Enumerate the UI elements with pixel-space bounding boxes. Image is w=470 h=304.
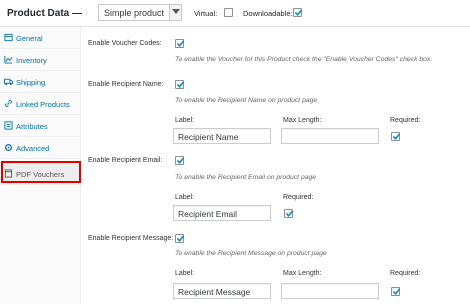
product-data-header: Product Data — Simple product Virtual: D…	[0, 0, 470, 27]
recipient-message-checkbox[interactable]	[175, 234, 185, 243]
recipient-name-maxlength-input[interactable]	[281, 128, 379, 144]
recipient-name-label-input[interactable]: Recipient Name	[173, 128, 271, 144]
recipient-email-checkbox[interactable]	[175, 156, 185, 165]
recipient-message-required-checkbox[interactable]	[391, 287, 401, 296]
recipient-name-required-caption: Required:	[390, 117, 421, 124]
product-type-select[interactable]: Simple product	[98, 4, 182, 21]
chart-icon	[4, 55, 13, 64]
tab-linked-products[interactable]: Linked Products	[0, 93, 81, 115]
recipient-name-description: To enable the Recipient Name on product …	[175, 97, 318, 104]
tab-label: Attributes	[16, 122, 48, 131]
recipient-message-description: To enable the Recipient Message on produ…	[175, 250, 327, 257]
recipient-name-label: Enable Recipient Name:	[88, 81, 164, 88]
recipient-message-maxlength-caption: Max Length:	[283, 270, 322, 277]
wrench-icon	[4, 33, 13, 42]
voucher-codes-checkbox[interactable]	[175, 39, 185, 48]
recipient-name-label-value: Recipient Name	[178, 132, 239, 142]
recipient-message-label-value: Recipient Message	[178, 287, 251, 297]
tab-advanced[interactable]: Advanced	[0, 137, 81, 159]
product-type-value: Simple product	[104, 8, 165, 18]
virtual-label: Virtual:	[194, 9, 218, 18]
recipient-name-required-checkbox[interactable]	[391, 132, 401, 141]
recipient-email-description: To enable the Recipient Email on product…	[175, 174, 317, 181]
gear-icon	[4, 143, 13, 152]
pdf-vouchers-highlight	[1, 161, 81, 183]
tab-label: Shipping	[16, 78, 46, 87]
recipient-name-label-caption: Label:	[175, 117, 195, 124]
recipient-name-checkbox[interactable]	[175, 80, 185, 89]
truck-icon	[4, 77, 13, 86]
tab-label: Linked Products	[16, 100, 70, 109]
recipient-email-label-caption: Label:	[175, 194, 195, 201]
list-icon	[4, 121, 13, 130]
recipient-email-label-value: Recipient Email	[178, 209, 238, 219]
tab-label: Advanced	[16, 144, 50, 153]
pdf-vouchers-panel: Enable Voucher Codes: To enable the Vouc…	[82, 27, 470, 304]
product-data-title: Product Data —	[7, 8, 83, 19]
link-icon	[4, 99, 13, 108]
recipient-email-label-input[interactable]: Recipient Email	[173, 205, 271, 221]
tab-label: Inventory	[16, 56, 47, 65]
recipient-message-required-caption: Required:	[390, 270, 421, 277]
recipient-message-maxlength-input[interactable]	[281, 283, 379, 299]
downloadable-checkbox[interactable]	[293, 8, 303, 17]
voucher-codes-label: Enable Voucher Codes:	[88, 40, 162, 47]
recipient-email-label: Enable Recipient Email:	[88, 157, 163, 164]
chevron-down-icon[interactable]	[169, 5, 181, 20]
recipient-name-maxlength-caption: Max Length:	[283, 117, 322, 124]
recipient-message-label-input[interactable]: Recipient Message	[173, 283, 271, 299]
recipient-message-label: Enable Recipient Message:	[88, 235, 174, 242]
recipient-email-required-caption: Required:	[283, 194, 314, 201]
tab-general[interactable]: General	[0, 27, 81, 49]
recipient-message-label-caption: Label:	[175, 270, 195, 277]
tab-label: General	[16, 34, 43, 43]
tab-inventory[interactable]: Inventory	[0, 49, 81, 71]
voucher-codes-description: To enable the Voucher for this Product c…	[175, 56, 433, 63]
tab-attributes[interactable]: Attributes	[0, 115, 81, 137]
virtual-checkbox[interactable]	[224, 8, 233, 17]
tab-shipping[interactable]: Shipping	[0, 71, 81, 93]
recipient-email-required-checkbox[interactable]	[284, 209, 294, 218]
downloadable-label: Downloadable:	[243, 9, 293, 18]
